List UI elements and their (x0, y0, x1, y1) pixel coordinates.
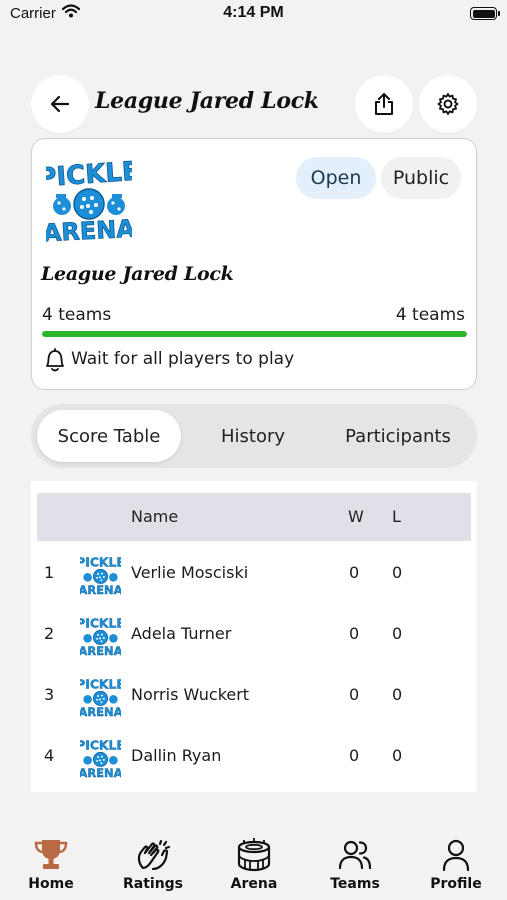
row-wins: 0 (349, 563, 360, 582)
tab-home-label: Home (28, 876, 74, 892)
tab-history[interactable]: History (191, 410, 315, 462)
share-icon (375, 93, 393, 115)
score-tabs: Score Table History Participants (31, 404, 477, 468)
battery-icon (470, 7, 500, 20)
tab-teams-label: Teams (330, 876, 380, 892)
clapping-hands-icon (137, 839, 171, 871)
team-logo (80, 676, 121, 718)
league-status-message: Wait for all players to play (71, 349, 295, 369)
status-bar: Carrier 4:14 PM (0, 0, 507, 30)
table-header: Name W L (37, 493, 471, 541)
table-row[interactable]: 2 Adela Turner 0 0 (37, 604, 471, 665)
team-logo (80, 615, 121, 657)
tab-teams[interactable]: Teams (310, 826, 400, 892)
visibility-badge-public: Public (381, 157, 461, 199)
row-wins: 0 (349, 746, 360, 765)
table-row[interactable]: 4 Dallin Ryan 0 0 (37, 726, 471, 787)
page-title: League Jared Lock (95, 88, 319, 114)
row-rank: 1 (44, 563, 55, 582)
row-rank: 4 (44, 746, 55, 765)
row-losses: 0 (392, 746, 403, 765)
row-losses: 0 (392, 624, 403, 643)
teams-joined-count: 4 teams (42, 305, 112, 325)
player-name: Adela Turner (131, 624, 232, 643)
share-button[interactable] (355, 75, 413, 133)
status-badge-open: Open (296, 157, 376, 199)
table-row[interactable]: 3 Norris Wuckert 0 0 (37, 665, 471, 726)
tab-score-table[interactable]: Score Table (37, 410, 181, 462)
tab-profile[interactable]: Profile (411, 826, 501, 892)
team-logo (80, 554, 121, 596)
teams-progress-fill (42, 331, 467, 337)
score-table: Name W L 1 Verlie Mosciski 0 0 2 Adela T… (31, 481, 477, 792)
row-losses: 0 (392, 563, 403, 582)
teams-progress-bar (42, 331, 467, 337)
player-name: Norris Wuckert (131, 685, 250, 704)
league-card: PICKLE ARENA Open Public League Jared Lo… (31, 138, 477, 390)
tab-ratings-label: Ratings (122, 876, 184, 892)
tab-home[interactable]: Home (6, 826, 96, 892)
arrow-left-icon (50, 95, 70, 113)
stadium-icon (237, 838, 271, 872)
status-time: 4:14 PM (223, 4, 284, 21)
tab-arena[interactable]: Arena (209, 826, 299, 892)
svg-text:ARENA: ARENA (46, 215, 132, 243)
bottom-tab-bar: Home Ratings Arena Teams Profile (0, 826, 507, 900)
pickle-arena-logo: PICKLE ARENA (46, 156, 132, 243)
tab-participants[interactable]: Participants (324, 410, 472, 462)
row-rank: 3 (44, 685, 55, 704)
tab-arena-label: Arena (230, 876, 278, 892)
league-name: League Jared Lock (41, 263, 234, 285)
svg-text:PICKLE: PICKLE (46, 156, 132, 193)
teams-total-count: 4 teams (395, 305, 465, 325)
back-button[interactable] (31, 75, 89, 133)
trophy-icon (34, 840, 68, 869)
gear-icon (437, 93, 459, 115)
column-header-name: Name (131, 507, 179, 526)
tab-profile-label: Profile (430, 876, 482, 892)
table-row[interactable]: 1 Verlie Mosciski 0 0 (37, 543, 471, 604)
bell-icon (46, 348, 64, 372)
row-wins: 0 (349, 624, 360, 643)
row-rank: 2 (44, 624, 55, 643)
row-wins: 0 (349, 685, 360, 704)
column-header-losses: L (392, 507, 401, 526)
player-name: Verlie Mosciski (131, 563, 249, 582)
person-icon (442, 839, 470, 872)
settings-button[interactable] (419, 75, 477, 133)
row-losses: 0 (392, 685, 403, 704)
tab-ratings[interactable]: Ratings (108, 826, 198, 892)
player-name: Dallin Ryan (131, 746, 222, 765)
users-icon (338, 840, 372, 870)
team-logo (80, 737, 121, 779)
column-header-wins: W (348, 507, 364, 526)
